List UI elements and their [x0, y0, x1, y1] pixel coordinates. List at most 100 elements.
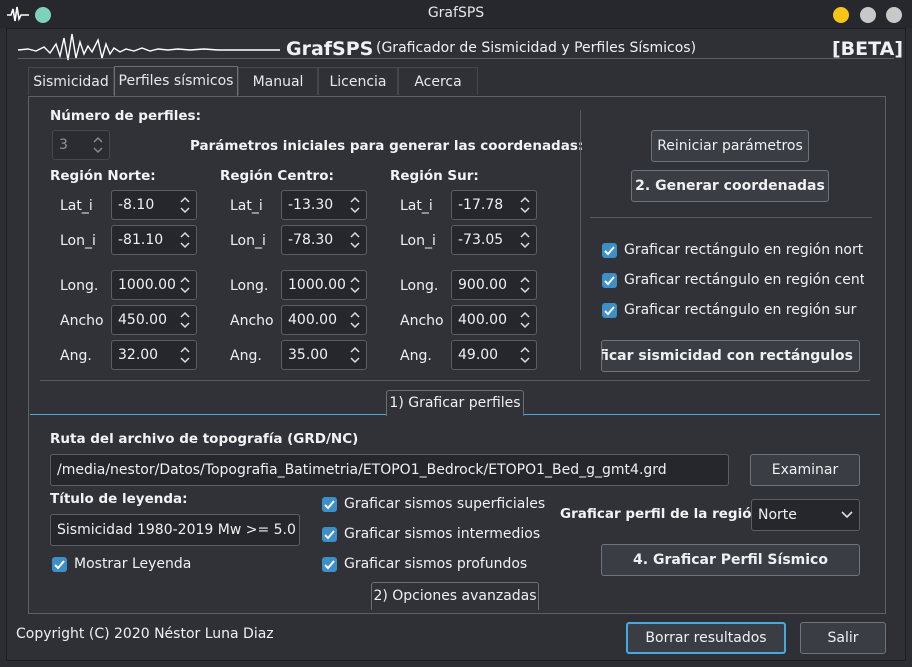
region-select[interactable]: Norte	[751, 499, 860, 531]
checkmark-icon	[324, 560, 335, 570]
app-name: GrafSPS	[286, 38, 374, 60]
exit-button[interactable]: Salir	[800, 622, 886, 654]
label-lon_i-sur: Lon_i	[400, 233, 436, 249]
spin-ancho-centro[interactable]: 400.00	[281, 305, 367, 335]
params-label: Parámetros iniciales para generar las co…	[190, 138, 584, 154]
generate-coords-button[interactable]: 2. Generar coordenadas	[631, 170, 829, 202]
tab-acerca[interactable]: Acerca	[398, 67, 478, 95]
spin-arrows-icon[interactable]	[349, 345, 361, 365]
plot-profile-button[interactable]: 4. Graficar Perfil Sísmico	[601, 544, 860, 576]
checkmark-icon	[324, 530, 335, 540]
label-lat_i-sur: Lat_i	[400, 198, 433, 214]
spin-value: -81.10	[118, 232, 164, 248]
legend-title-label: Título de leyenda:	[50, 491, 188, 507]
tab-perfiles-sismicos[interactable]: Perfiles sísmicos	[114, 66, 238, 96]
reset-params-button[interactable]: Reiniciar parámetros	[651, 130, 809, 162]
check-rect-centro[interactable]	[602, 273, 617, 288]
spin-value: -8.10	[118, 197, 155, 213]
copyright-text: Copyright (C) 2020 Néstor Luna Diaz	[16, 626, 274, 642]
tab-sismicidad[interactable]: Sismicidad	[28, 67, 114, 95]
check-intermedios-label: Graficar sismos intermedios	[344, 526, 541, 542]
label-ancho-centro: Ancho	[230, 313, 274, 329]
spin-arrows-icon[interactable]	[179, 195, 191, 215]
section1-tab[interactable]: 1) Graficar perfiles	[386, 390, 524, 416]
spin-lon_i-sur[interactable]: -73.05	[451, 225, 537, 255]
spin-arrows-icon[interactable]	[519, 345, 531, 365]
spin-arrows-icon[interactable]	[519, 230, 531, 250]
section2-tab[interactable]: 2) Opciones avanzadas	[371, 582, 539, 610]
check-profundos[interactable]	[322, 557, 337, 572]
checkmark-icon	[324, 500, 335, 510]
region-centro-title: Región Centro:	[220, 168, 334, 184]
maximize-icon[interactable]	[860, 7, 876, 23]
minimize-icon[interactable]	[833, 7, 849, 23]
spin-value: 450.00	[118, 312, 167, 328]
spin-arrows-icon[interactable]	[519, 195, 531, 215]
check-superficiales[interactable]	[322, 497, 337, 512]
section-divider	[40, 380, 870, 381]
spin-arrows-icon[interactable]	[349, 310, 361, 330]
browse-button[interactable]: Examinar	[750, 454, 860, 486]
region-select-label: Graficar perfil de la región:	[560, 506, 767, 522]
check-show-legend[interactable]	[52, 557, 67, 572]
spin-lon_i-norte[interactable]: -81.10	[111, 225, 197, 255]
check-rect-sur[interactable]	[602, 303, 617, 318]
header-divider	[18, 58, 894, 59]
spin-ancho-sur[interactable]: 400.00	[451, 305, 537, 335]
label-lat_i-centro: Lat_i	[230, 198, 263, 214]
spin-value: 400.00	[458, 312, 507, 328]
legend-title-input[interactable]: Sismicidad 1980-2019 Mw >= 5.0	[50, 514, 300, 546]
waveform-header-icon	[18, 33, 280, 61]
tab-licencia[interactable]: Licencia	[318, 67, 398, 95]
region-norte-title: Región Norte:	[50, 168, 156, 184]
spin-arrows-icon[interactable]	[349, 230, 361, 250]
spin-lat_i-norte[interactable]: -8.10	[111, 190, 197, 220]
spin-ang-centro[interactable]: 35.00	[281, 340, 367, 370]
spin-value: 1000.00	[118, 277, 176, 293]
spin-arrows-icon[interactable]	[179, 310, 191, 330]
spin-value: -78.30	[288, 232, 334, 248]
checkmark-icon	[604, 246, 615, 256]
label-lon_i-centro: Lon_i	[230, 233, 266, 249]
spin-long-sur[interactable]: 900.00	[451, 270, 537, 300]
show-legend-label: Mostrar Leyenda	[74, 556, 192, 572]
app-subtitle: (Graficador de Sismicidad y Perfiles Sís…	[376, 40, 697, 56]
check-rect-norte[interactable]	[602, 243, 617, 258]
spin-long-centro[interactable]: 1000.00	[281, 270, 367, 300]
spin-value: 32.00	[118, 347, 159, 363]
check-rect-sur-label: Graficar rectángulo en región sur	[624, 302, 857, 318]
right-divider	[590, 217, 872, 218]
label-lon_i-norte: Lon_i	[60, 233, 96, 249]
spin-arrows-icon[interactable]	[179, 230, 191, 250]
check-superficiales-label: Graficar sismos superficiales	[344, 496, 546, 512]
spin-arrows-icon[interactable]	[519, 310, 531, 330]
spin-arrows-icon[interactable]	[179, 275, 191, 295]
spin-ancho-norte[interactable]: 450.00	[111, 305, 197, 335]
chevron-down-icon	[841, 511, 853, 519]
spin-lon_i-centro[interactable]: -78.30	[281, 225, 367, 255]
spin-lat_i-sur[interactable]: -17.78	[451, 190, 537, 220]
spin-arrows-icon[interactable]	[349, 275, 361, 295]
spin-value: -73.05	[458, 232, 504, 248]
spin-value: -13.30	[288, 197, 334, 213]
tab-manual[interactable]: Manual	[238, 67, 318, 95]
spin-value: -17.78	[458, 197, 504, 213]
spin-ang-norte[interactable]: 32.00	[111, 340, 197, 370]
spin-arrows-icon[interactable]	[349, 195, 361, 215]
plot-rect-button[interactable]: 3. Graficar sismicidad con rectángulos	[601, 340, 860, 372]
checkmark-icon	[54, 560, 65, 570]
clear-results-button[interactable]: Borrar resultados	[626, 622, 786, 654]
close-icon[interactable]	[886, 7, 902, 23]
label-long-sur: Long.	[400, 278, 439, 294]
check-rect-centro-label: Graficar rectángulo en región centro	[624, 272, 864, 288]
spin-arrows-icon[interactable]	[179, 345, 191, 365]
spin-long-norte[interactable]: 1000.00	[111, 270, 197, 300]
spin-ang-sur[interactable]: 49.00	[451, 340, 537, 370]
beta-label: [BETA]	[832, 38, 904, 60]
spin-arrows-icon[interactable]	[519, 275, 531, 295]
topo-path-input[interactable]: /media/nestor/Datos/Topografia_Batimetri…	[50, 454, 729, 486]
label-ancho-norte: Ancho	[60, 313, 104, 329]
label-lat_i-norte: Lat_i	[60, 198, 93, 214]
spin-lat_i-centro[interactable]: -13.30	[281, 190, 367, 220]
check-intermedios[interactable]	[322, 527, 337, 542]
